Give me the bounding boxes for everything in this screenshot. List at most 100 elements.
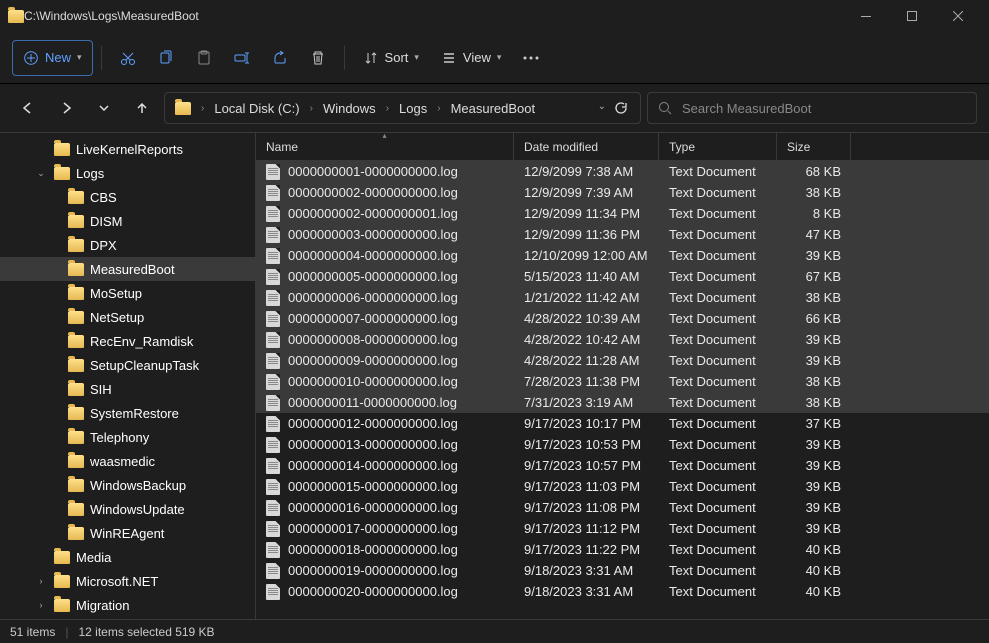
file-row[interactable]: 0000000002-0000000000.log12/9/2099 7:39 … — [256, 182, 989, 203]
sort-button[interactable]: Sort ▾ — [353, 40, 429, 76]
file-row[interactable]: 0000000004-0000000000.log12/10/2099 12:0… — [256, 245, 989, 266]
file-row[interactable]: 0000000008-0000000000.log4/28/2022 10:42… — [256, 329, 989, 350]
maximize-button[interactable] — [889, 0, 935, 32]
file-type-cell: Text Document — [659, 479, 777, 494]
file-row[interactable]: 0000000003-0000000000.log12/9/2099 11:36… — [256, 224, 989, 245]
minimize-button[interactable] — [843, 0, 889, 32]
file-name-cell: 0000000008-0000000000.log — [256, 332, 514, 348]
file-date-cell: 9/17/2023 11:03 PM — [514, 479, 659, 494]
breadcrumb-segment[interactable]: Windows — [317, 99, 382, 118]
column-header-size[interactable]: Size — [777, 133, 851, 160]
tree-item[interactable]: waasmedic — [0, 449, 255, 473]
tree-item[interactable]: RecEnv_Ramdisk — [0, 329, 255, 353]
tree-panel[interactable]: LiveKernelReports⌄LogsCBSDISMDPXMeasured… — [0, 133, 256, 619]
breadcrumb-segment[interactable]: Logs — [393, 99, 433, 118]
file-row[interactable]: 0000000011-0000000000.log7/31/2023 3:19 … — [256, 392, 989, 413]
folder-icon — [68, 215, 84, 228]
rename-button[interactable] — [224, 40, 260, 76]
file-row[interactable]: 0000000012-0000000000.log9/17/2023 10:17… — [256, 413, 989, 434]
view-button[interactable]: View ▾ — [431, 40, 511, 76]
new-button[interactable]: New ▾ — [12, 40, 93, 76]
file-row[interactable]: 0000000020-0000000000.log9/18/2023 3:31 … — [256, 581, 989, 602]
delete-button[interactable] — [300, 40, 336, 76]
file-row[interactable]: 0000000010-0000000000.log7/28/2023 11:38… — [256, 371, 989, 392]
file-size-cell: 37 KB — [777, 416, 851, 431]
file-date-cell: 12/9/2099 7:38 AM — [514, 164, 659, 179]
more-button[interactable] — [513, 40, 549, 76]
tree-item[interactable]: MeasuredBoot — [0, 257, 255, 281]
file-row[interactable]: 0000000017-0000000000.log9/17/2023 11:12… — [256, 518, 989, 539]
tree-item[interactable]: ⌄Logs — [0, 161, 255, 185]
file-row[interactable]: 0000000018-0000000000.log9/17/2023 11:22… — [256, 539, 989, 560]
plus-icon — [23, 50, 39, 66]
file-row[interactable]: 0000000013-0000000000.log9/17/2023 10:53… — [256, 434, 989, 455]
tree-item[interactable]: SIH — [0, 377, 255, 401]
breadcrumb-segment[interactable]: MeasuredBoot — [445, 99, 542, 118]
breadcrumb[interactable]: › Local Disk (C:) › Windows › Logs › Mea… — [164, 92, 641, 124]
file-icon — [266, 416, 280, 432]
file-name-cell: 0000000002-0000000000.log — [256, 185, 514, 201]
file-name-cell: 0000000001-0000000000.log — [256, 164, 514, 180]
chevron-down-icon[interactable]: ⌄ — [598, 101, 606, 115]
tree-item[interactable]: DISM — [0, 209, 255, 233]
cut-button[interactable] — [110, 40, 146, 76]
file-icon — [266, 521, 280, 537]
breadcrumb-segment[interactable]: Local Disk (C:) — [208, 99, 305, 118]
forward-button[interactable] — [50, 92, 82, 124]
file-size-cell: 39 KB — [777, 479, 851, 494]
column-header-date[interactable]: Date modified — [514, 133, 659, 160]
tree-item-label: MoSetup — [90, 286, 142, 301]
file-row[interactable]: 0000000019-0000000000.log9/18/2023 3:31 … — [256, 560, 989, 581]
file-rows[interactable]: 0000000001-0000000000.log12/9/2099 7:38 … — [256, 161, 989, 619]
paste-button[interactable] — [186, 40, 222, 76]
back-button[interactable] — [12, 92, 44, 124]
tree-item-label: SetupCleanupTask — [90, 358, 199, 373]
tree-item[interactable]: WindowsUpdate — [0, 497, 255, 521]
expand-icon[interactable]: › — [34, 600, 48, 610]
col-name-label: Name — [266, 140, 298, 154]
status-separator: | — [65, 625, 68, 639]
file-name-cell: 0000000016-0000000000.log — [256, 500, 514, 516]
tree-item[interactable]: NetSetup — [0, 305, 255, 329]
expand-icon[interactable]: ⌄ — [34, 168, 48, 179]
file-row[interactable]: 0000000005-0000000000.log5/15/2023 11:40… — [256, 266, 989, 287]
tree-item[interactable]: ›Migration — [0, 593, 255, 617]
file-row[interactable]: 0000000016-0000000000.log9/17/2023 11:08… — [256, 497, 989, 518]
close-button[interactable] — [935, 0, 981, 32]
column-header-type[interactable]: Type — [659, 133, 777, 160]
file-row[interactable]: 0000000014-0000000000.log9/17/2023 10:57… — [256, 455, 989, 476]
file-row[interactable]: 0000000001-0000000000.log12/9/2099 7:38 … — [256, 161, 989, 182]
folder-icon — [54, 551, 70, 564]
file-row[interactable]: 0000000006-0000000000.log1/21/2022 11:42… — [256, 287, 989, 308]
tree-item[interactable]: Telephony — [0, 425, 255, 449]
column-header-name[interactable]: Name▴ — [256, 133, 514, 160]
file-date-cell: 4/28/2022 11:28 AM — [514, 353, 659, 368]
tree-item[interactable]: SetupCleanupTask — [0, 353, 255, 377]
refresh-button[interactable] — [614, 101, 628, 115]
tree-item[interactable]: CBS — [0, 185, 255, 209]
tree-item[interactable]: WinREAgent — [0, 521, 255, 545]
window-controls — [843, 0, 981, 32]
tree-item[interactable]: MoSetup — [0, 281, 255, 305]
expand-icon[interactable]: › — [34, 576, 48, 586]
tree-item[interactable]: DPX — [0, 233, 255, 257]
file-row[interactable]: 0000000009-0000000000.log4/28/2022 11:28… — [256, 350, 989, 371]
recent-button[interactable] — [88, 92, 120, 124]
search-input[interactable] — [682, 101, 966, 116]
tree-item[interactable]: SystemRestore — [0, 401, 255, 425]
file-type-cell: Text Document — [659, 458, 777, 473]
tree-item[interactable]: LiveKernelReports — [0, 137, 255, 161]
share-button[interactable] — [262, 40, 298, 76]
tree-item[interactable]: Media — [0, 545, 255, 569]
up-button[interactable] — [126, 92, 158, 124]
tree-item[interactable]: WindowsBackup — [0, 473, 255, 497]
file-name-cell: 0000000007-0000000000.log — [256, 311, 514, 327]
file-row[interactable]: 0000000002-0000000001.log12/9/2099 11:34… — [256, 203, 989, 224]
file-date-cell: 9/17/2023 10:57 PM — [514, 458, 659, 473]
file-row[interactable]: 0000000007-0000000000.log4/28/2022 10:39… — [256, 308, 989, 329]
copy-button[interactable] — [148, 40, 184, 76]
tree-item[interactable]: ›Microsoft.NET — [0, 569, 255, 593]
file-row[interactable]: 0000000015-0000000000.log9/17/2023 11:03… — [256, 476, 989, 497]
file-icon — [266, 374, 280, 390]
search-box[interactable] — [647, 92, 977, 124]
